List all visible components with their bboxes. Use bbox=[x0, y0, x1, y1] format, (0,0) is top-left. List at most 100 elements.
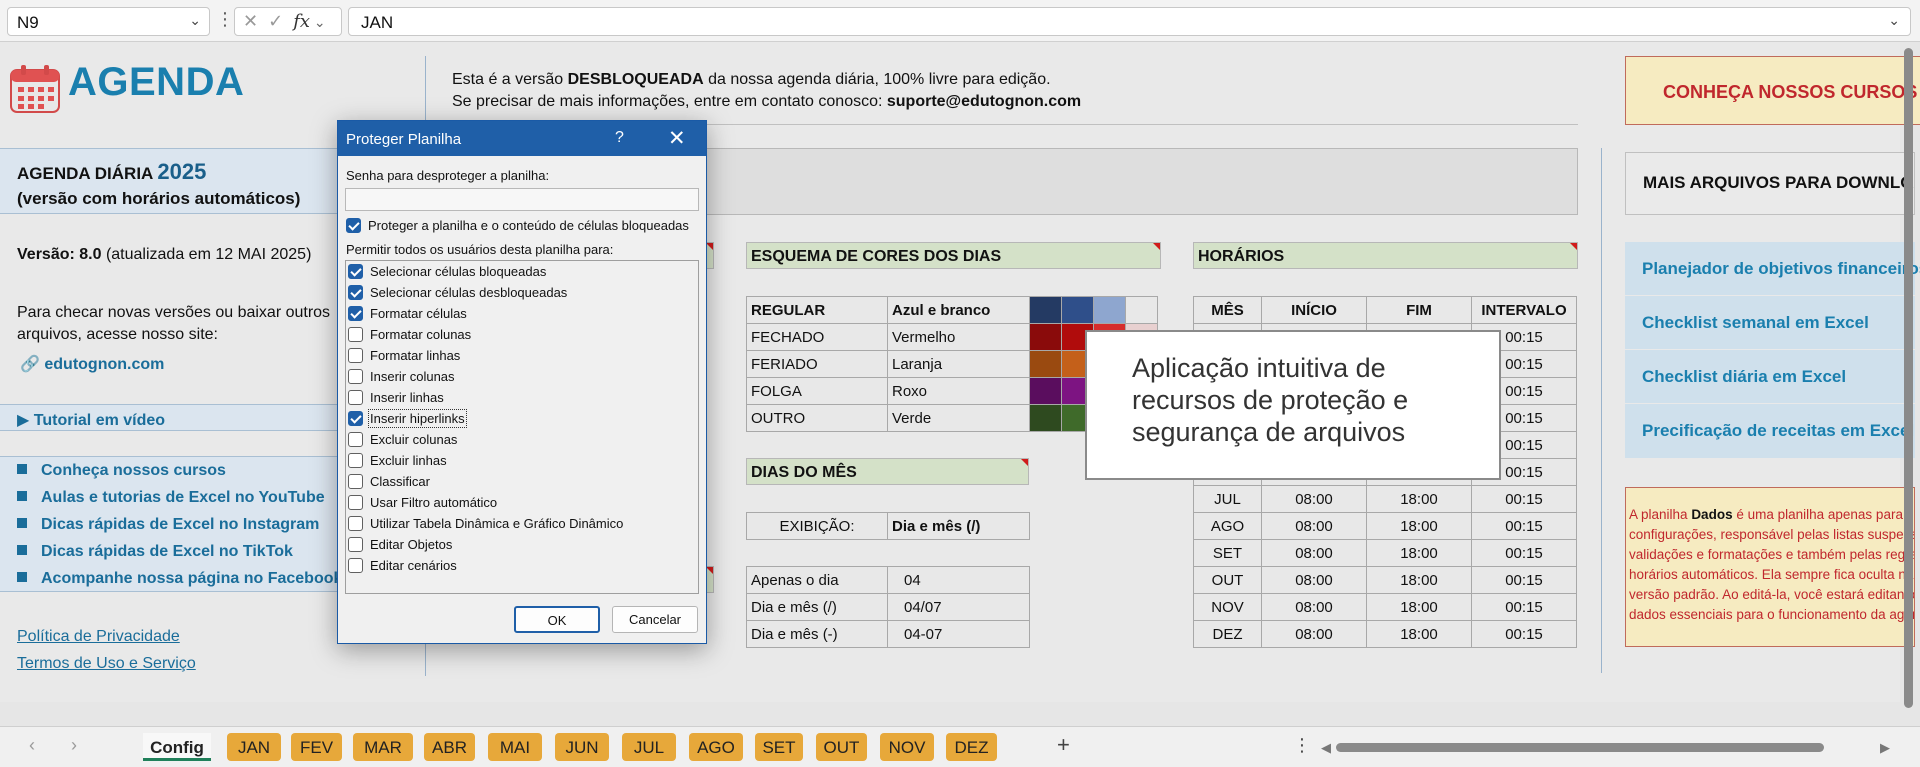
sheet-tab-mar[interactable]: MAR bbox=[353, 733, 413, 761]
sheet-tab-mai[interactable]: MAI bbox=[488, 733, 542, 761]
table-cell[interactable]: 18:00 bbox=[1366, 620, 1472, 648]
cores-cor[interactable]: Roxo bbox=[887, 377, 1030, 405]
cores-cor[interactable]: Vermelho bbox=[887, 323, 1030, 351]
download-link[interactable]: Precificação de receitas em Excel bbox=[1642, 421, 1914, 441]
table-cell[interactable]: 00:15 bbox=[1471, 566, 1577, 594]
vertical-scrollbar[interactable] bbox=[1904, 48, 1913, 708]
download-link[interactable]: Checklist semanal em Excel bbox=[1642, 313, 1869, 333]
sheet-tab-dez[interactable]: DEZ bbox=[946, 733, 997, 761]
table-cell[interactable]: 08:00 bbox=[1261, 566, 1367, 594]
table-cell[interactable]: 00:15 bbox=[1471, 593, 1577, 621]
table-cell[interactable]: NOV bbox=[1193, 593, 1262, 621]
more-icon[interactable]: ⋮ bbox=[216, 9, 234, 30]
prev-sheet-icon[interactable]: ‹ bbox=[29, 735, 35, 756]
table-cell[interactable]: 18:00 bbox=[1366, 512, 1472, 540]
permission-option[interactable]: Inserir linhas bbox=[348, 390, 444, 405]
permission-option[interactable]: Classificar bbox=[348, 474, 430, 489]
table-cell[interactable]: JUL bbox=[1193, 485, 1262, 513]
cores-cor[interactable]: Azul e branco bbox=[887, 296, 1030, 324]
more-icon[interactable]: ⋮ bbox=[1293, 735, 1311, 756]
download-link[interactable]: Planejador de objetivos financeiros bbox=[1642, 259, 1920, 279]
list-item[interactable]: Conheça nossos cursos bbox=[17, 462, 226, 480]
permission-option[interactable]: Formatar colunas bbox=[348, 327, 471, 342]
close-icon[interactable]: ✕ bbox=[668, 126, 686, 151]
permission-option[interactable]: Editar Objetos bbox=[348, 537, 452, 552]
permission-option[interactable]: Formatar linhas bbox=[348, 348, 460, 363]
checkbox-icon[interactable] bbox=[348, 327, 363, 342]
table-cell[interactable]: SET bbox=[1193, 539, 1262, 567]
permission-option[interactable]: Selecionar células bloqueadas bbox=[348, 264, 546, 279]
dialog-titlebar[interactable]: Proteger Planilha ? ✕ bbox=[338, 121, 706, 156]
exibicao-select[interactable]: Dia e mês (/) bbox=[887, 512, 1030, 540]
sheet-tab-jun[interactable]: JUN bbox=[555, 733, 609, 761]
table-cell[interactable]: 00:15 bbox=[1471, 512, 1577, 540]
table-cell[interactable]: AGO bbox=[1193, 512, 1262, 540]
fx-icon[interactable]: fx bbox=[293, 11, 310, 32]
confirm-icon[interactable]: ✓ bbox=[268, 11, 293, 31]
permission-option[interactable]: Formatar células bbox=[348, 306, 467, 321]
checkbox-icon[interactable] bbox=[348, 285, 363, 300]
permissions-list[interactable]: Selecionar células bloqueadas Selecionar … bbox=[345, 260, 699, 594]
permission-option[interactable]: Excluir colunas bbox=[348, 432, 457, 447]
table-cell[interactable]: 18:00 bbox=[1366, 593, 1472, 621]
name-box[interactable]: N9 ⌄ bbox=[7, 7, 210, 36]
list-item[interactable]: Aulas e tutorias de Excel no YouTube bbox=[17, 489, 325, 507]
table-cell[interactable]: 18:00 bbox=[1366, 539, 1472, 567]
cancel-icon[interactable]: ✕ bbox=[243, 11, 268, 31]
checkbox-icon[interactable] bbox=[348, 390, 363, 405]
ok-button[interactable]: OK bbox=[514, 606, 600, 633]
sheet-tab-abr[interactable]: ABR bbox=[424, 733, 475, 761]
list-item[interactable]: Dicas rápidas de Excel no TikTok bbox=[17, 543, 293, 561]
permission-option[interactable]: Selecionar células desbloqueadas bbox=[348, 285, 567, 300]
permission-option[interactable]: Inserir colunas bbox=[348, 369, 455, 384]
checkbox-icon[interactable] bbox=[348, 558, 363, 573]
sheet-tab-fev[interactable]: FEV bbox=[291, 733, 342, 761]
table-cell[interactable]: 00:15 bbox=[1471, 620, 1577, 648]
sheet-tab-config[interactable]: Config bbox=[143, 733, 211, 761]
checkbox-icon[interactable] bbox=[348, 369, 363, 384]
table-cell[interactable]: 08:00 bbox=[1261, 620, 1367, 648]
privacy-link[interactable]: Política de Privacidade bbox=[17, 628, 180, 646]
protect-checkbox[interactable]: Proteger a planilha e o conteúdo de célu… bbox=[346, 218, 689, 233]
checkbox-icon[interactable] bbox=[348, 516, 363, 531]
formula-input[interactable]: JAN ⌄ bbox=[348, 7, 1911, 36]
checkbox-icon[interactable] bbox=[348, 453, 363, 468]
add-sheet-icon[interactable]: + bbox=[1057, 732, 1070, 758]
download-link[interactable]: Checklist diária em Excel bbox=[1642, 367, 1846, 387]
horizontal-scrollbar[interactable] bbox=[1336, 743, 1824, 752]
permission-option[interactable]: Utilizar Tabela Dinâmica e Gráfico Dinâm… bbox=[348, 516, 623, 531]
chevron-down-icon[interactable]: ⌄ bbox=[1888, 12, 1900, 29]
support-email[interactable]: suporte@edutognon.com bbox=[887, 93, 1081, 110]
scroll-left-icon[interactable]: ◀ bbox=[1321, 740, 1331, 756]
table-cell[interactable]: DEZ bbox=[1193, 620, 1262, 648]
cores-cor[interactable]: Laranja bbox=[887, 350, 1030, 378]
permission-option[interactable]: Usar Filtro automático bbox=[348, 495, 497, 510]
sheet-tab-set[interactable]: SET bbox=[755, 733, 803, 761]
table-cell[interactable]: 00:15 bbox=[1471, 485, 1577, 513]
cores-cor[interactable]: Verde bbox=[887, 404, 1030, 432]
list-item[interactable]: Dicas rápidas de Excel no Instagram bbox=[17, 516, 319, 534]
cursos-button[interactable]: CONHEÇA NOSSOS CURSOS bbox=[1625, 56, 1920, 125]
password-input[interactable] bbox=[345, 188, 699, 211]
permission-option[interactable]: Inserir hiperlinks bbox=[348, 409, 467, 428]
table-cell[interactable]: 00:15 bbox=[1471, 539, 1577, 567]
sheet-tab-out[interactable]: OUT bbox=[816, 733, 867, 761]
permission-option[interactable]: Editar cenários bbox=[348, 558, 457, 573]
checkbox-icon[interactable] bbox=[348, 264, 363, 279]
table-cell[interactable]: 08:00 bbox=[1261, 512, 1367, 540]
next-sheet-icon[interactable]: › bbox=[71, 735, 77, 756]
checkbox-icon[interactable] bbox=[348, 495, 363, 510]
chevron-down-icon[interactable]: ⌄ bbox=[189, 12, 201, 29]
checkbox-icon[interactable] bbox=[348, 537, 363, 552]
chevron-down-icon[interactable]: ⌄ bbox=[310, 14, 326, 30]
help-icon[interactable]: ? bbox=[615, 129, 624, 147]
permission-option[interactable]: Excluir linhas bbox=[348, 453, 447, 468]
checkbox-icon[interactable] bbox=[348, 474, 363, 489]
table-cell[interactable]: OUT bbox=[1193, 566, 1262, 594]
checkbox-icon[interactable] bbox=[348, 411, 363, 426]
checkbox-icon[interactable] bbox=[348, 348, 363, 363]
list-item[interactable]: Acompanhe nossa página no Facebook bbox=[17, 570, 342, 588]
sheet-tab-jul[interactable]: JUL bbox=[622, 733, 676, 761]
scroll-right-icon[interactable]: ▶ bbox=[1880, 740, 1890, 756]
checkbox-icon[interactable] bbox=[348, 306, 363, 321]
